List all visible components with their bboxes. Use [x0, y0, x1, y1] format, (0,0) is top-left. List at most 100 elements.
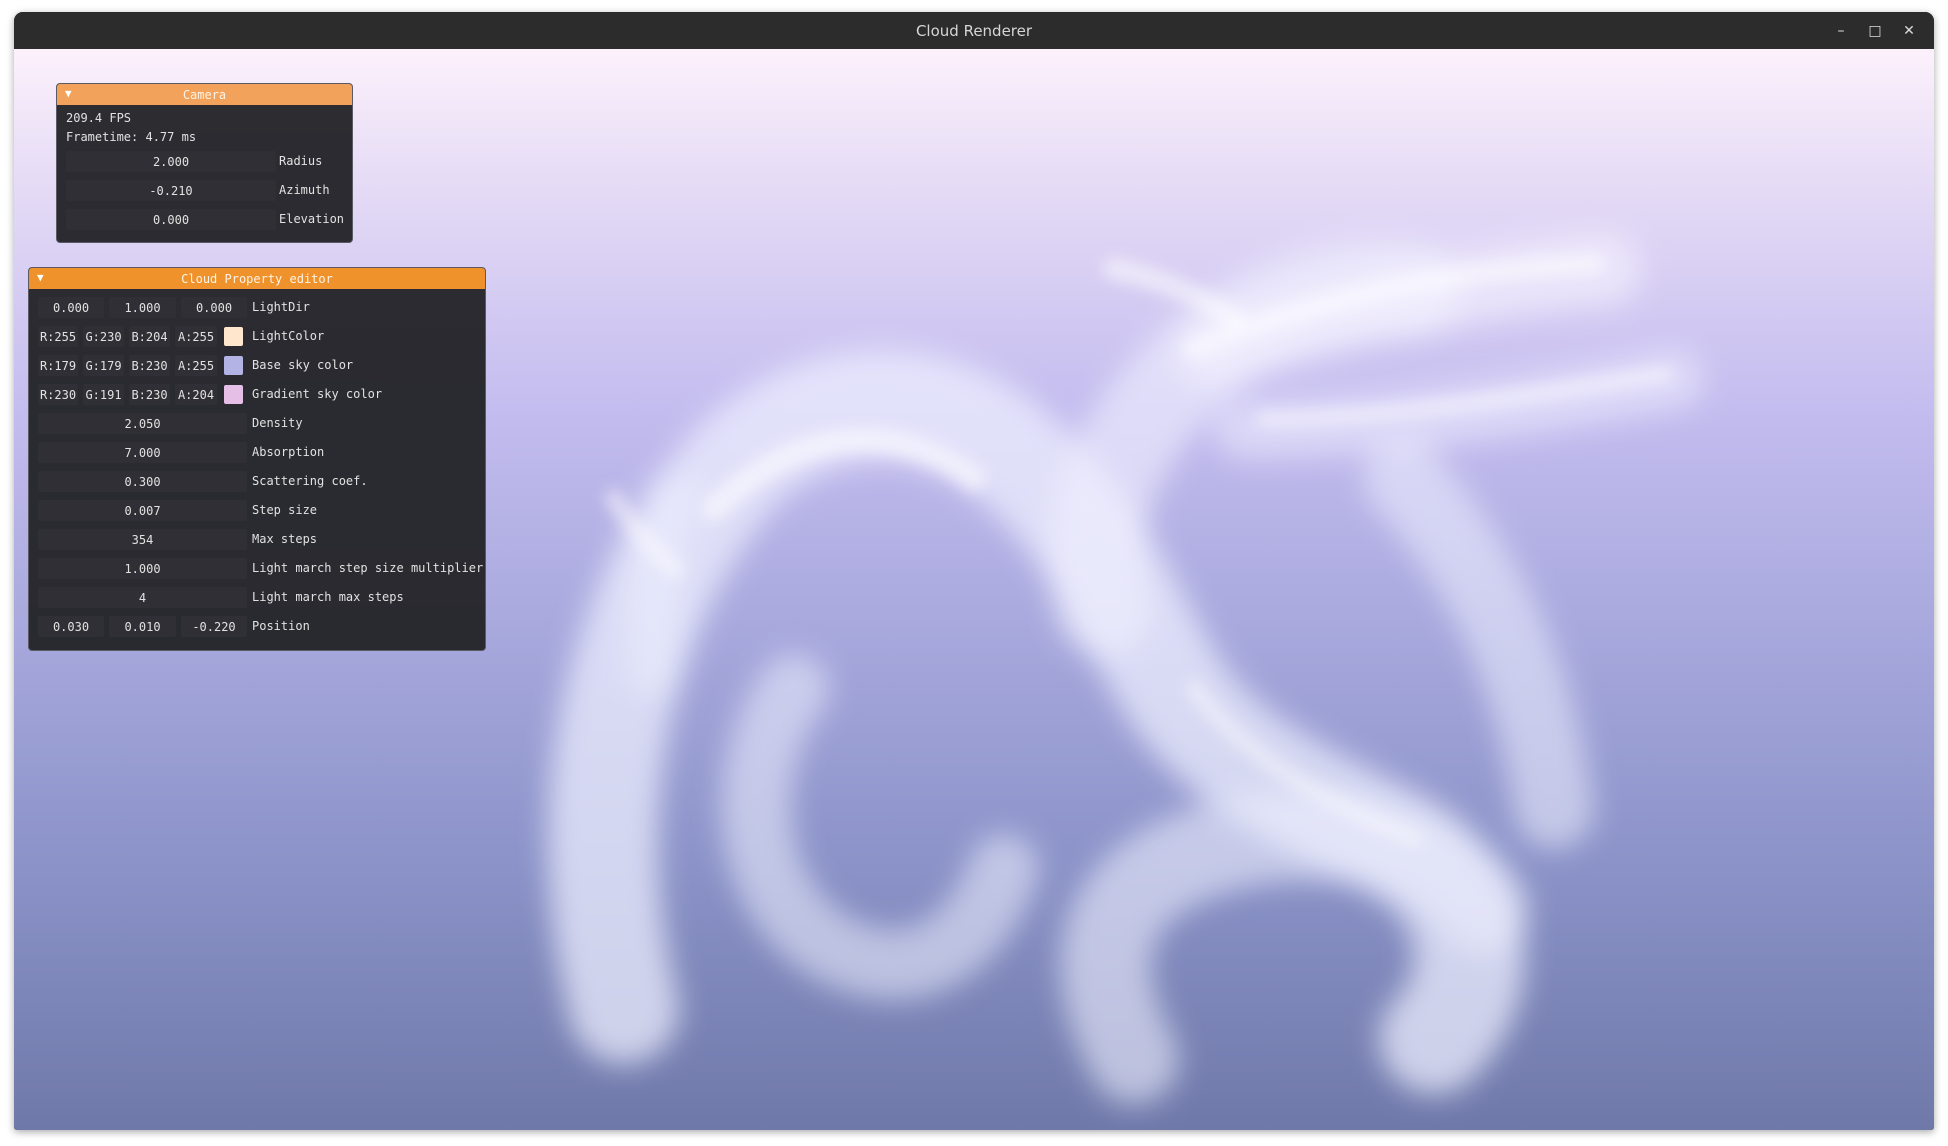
position-z-field[interactable]: -0.220 [181, 616, 247, 637]
lightdir-y-field[interactable]: 1.000 [109, 297, 176, 318]
base-sky-a-field[interactable]: A:255 [175, 355, 217, 376]
lightcolor-a-value: A:255 [177, 329, 215, 344]
azimuth-value: -0.210 [149, 183, 193, 198]
gradient-sky-a-field[interactable]: A:204 [175, 384, 217, 405]
density-label: Density [252, 416, 303, 430]
step-size-value: 0.007 [124, 503, 161, 518]
camera-panel: ▼ Camera 209.4 FPS Frametime: 4.77 ms 2.… [56, 83, 353, 243]
gradient-sky-g-value: G:191 [85, 387, 122, 402]
step-size-drag-field[interactable]: 0.007 [38, 500, 247, 521]
radius-drag-field[interactable]: 2.000 [66, 151, 276, 172]
maximize-icon: □ [1868, 22, 1882, 39]
minimize-icon: – [1837, 22, 1845, 39]
light-mult-row: 1.000 Light march step size multiplier [29, 554, 485, 583]
window-controls: – □ ✕ [1824, 12, 1926, 49]
density-value: 2.050 [124, 416, 161, 431]
lightcolor-r-field[interactable]: R:255 [38, 326, 78, 347]
light-max-steps-row: 4 Light march max steps [29, 583, 485, 612]
absorption-row: 7.000 Absorption [29, 438, 485, 467]
gradient-sky-r-field[interactable]: R:230 [38, 384, 78, 405]
position-x-field[interactable]: 0.030 [38, 616, 104, 637]
camera-radius-row: 2.000 Radius [57, 147, 352, 176]
step-size-label: Step size [252, 503, 318, 517]
max-steps-row: 354 Max steps [29, 525, 485, 554]
app-window: Cloud Renderer – □ ✕ ▼ Camera 209.4 FPS … [14, 12, 1934, 1130]
lightcolor-g-value: G:230 [85, 329, 122, 344]
density-drag-field[interactable]: 2.050 [38, 413, 247, 434]
triangle-down-icon[interactable]: ▼ [37, 271, 44, 284]
gradient-sky-a-value: A:204 [177, 387, 215, 402]
base-sky-b-field[interactable]: B:230 [129, 355, 170, 376]
lightcolor-r-value: R:255 [39, 329, 77, 344]
window-title: Cloud Renderer [915, 21, 1033, 40]
lightdir-row: 0.000 1.000 0.000 LightDir [29, 293, 485, 322]
lightdir-y-value: 1.000 [124, 300, 161, 315]
gradient-sky-b-field[interactable]: B:230 [129, 384, 170, 405]
lightcolor-b-value: B:204 [131, 329, 168, 344]
light-max-steps-drag-field[interactable]: 4 [38, 587, 247, 608]
radius-label: Radius [279, 154, 323, 168]
radius-value: 2.000 [152, 154, 190, 169]
lightcolor-row: R:255 G:230 B:204 A:255 LightColor [29, 322, 485, 351]
position-y-value: 0.010 [124, 619, 161, 634]
base-sky-r-value: R:179 [39, 358, 77, 373]
frametime-readout: Frametime: 4.77 ms [66, 130, 197, 144]
position-x-value: 0.030 [52, 619, 90, 634]
absorption-label: Absorption [252, 445, 325, 459]
base-sky-g-value: G:179 [85, 358, 122, 373]
camera-elevation-row: 0.000 Elevation [57, 205, 352, 234]
azimuth-drag-field[interactable]: -0.210 [66, 180, 276, 201]
camera-panel-title: Camera [182, 87, 227, 102]
scattering-drag-field[interactable]: 0.300 [38, 471, 247, 492]
lightdir-z-value: 0.000 [195, 300, 233, 315]
camera-panel-title-bar[interactable]: ▼ Camera [57, 84, 352, 105]
base-sky-label: Base sky color [252, 358, 354, 372]
light-mult-drag-field[interactable]: 1.000 [38, 558, 247, 579]
elevation-drag-field[interactable]: 0.000 [66, 209, 276, 230]
lightdir-label: LightDir [252, 300, 310, 314]
scattering-row: 0.300 Scattering coef. [29, 467, 485, 496]
elevation-label: Elevation [279, 212, 345, 226]
triangle-down-icon[interactable]: ▼ [65, 87, 72, 100]
title-bar[interactable]: Cloud Renderer – □ ✕ [14, 12, 1934, 49]
fps-readout: 209.4 FPS [66, 111, 132, 125]
lightcolor-g-field[interactable]: G:230 [83, 326, 124, 347]
gradient-sky-row: R:230 G:191 B:230 A:204 Gradient sky col… [29, 380, 485, 409]
gradient-sky-swatch[interactable] [224, 385, 243, 404]
minimize-button[interactable]: – [1824, 16, 1858, 46]
render-viewport[interactable]: ▼ Camera 209.4 FPS Frametime: 4.77 ms 2.… [14, 49, 1934, 1130]
gradient-sky-r-value: R:230 [39, 387, 77, 402]
max-steps-drag-field[interactable]: 354 [38, 529, 247, 550]
lightdir-x-value: 0.000 [52, 300, 90, 315]
gradient-sky-g-field[interactable]: G:191 [83, 384, 124, 405]
close-icon: ✕ [1903, 22, 1915, 39]
elevation-value: 0.000 [152, 212, 190, 227]
lightcolor-b-field[interactable]: B:204 [129, 326, 170, 347]
close-button[interactable]: ✕ [1892, 16, 1926, 46]
light-mult-label: Light march step size multiplier [252, 561, 484, 575]
position-y-field[interactable]: 0.010 [109, 616, 176, 637]
position-z-value: -0.220 [192, 619, 236, 634]
lightcolor-a-field[interactable]: A:255 [175, 326, 217, 347]
azimuth-label: Azimuth [279, 183, 330, 197]
base-sky-swatch[interactable] [224, 356, 243, 375]
scattering-label: Scattering coef. [252, 474, 368, 488]
lightdir-z-field[interactable]: 0.000 [181, 297, 247, 318]
absorption-value: 7.000 [124, 445, 161, 460]
base-sky-r-field[interactable]: R:179 [38, 355, 78, 376]
base-sky-g-field[interactable]: G:179 [83, 355, 124, 376]
gradient-sky-b-value: B:230 [131, 387, 168, 402]
maximize-button[interactable]: □ [1858, 16, 1892, 46]
light-max-steps-label: Light march max steps [252, 590, 404, 604]
cloud-panel-title: Cloud Property editor [181, 271, 333, 286]
position-label: Position [252, 619, 310, 633]
lightdir-x-field[interactable]: 0.000 [38, 297, 104, 318]
max-steps-value: 354 [131, 532, 154, 547]
lightcolor-label: LightColor [252, 329, 325, 343]
scattering-value: 0.300 [124, 474, 161, 489]
light-max-steps-value: 4 [138, 590, 147, 605]
absorption-drag-field[interactable]: 7.000 [38, 442, 247, 463]
cloud-panel-title-bar[interactable]: ▼ Cloud Property editor [29, 268, 485, 289]
cloud-property-panel: ▼ Cloud Property editor 0.000 1.000 0.00… [28, 267, 486, 651]
lightcolor-swatch[interactable] [224, 327, 243, 346]
